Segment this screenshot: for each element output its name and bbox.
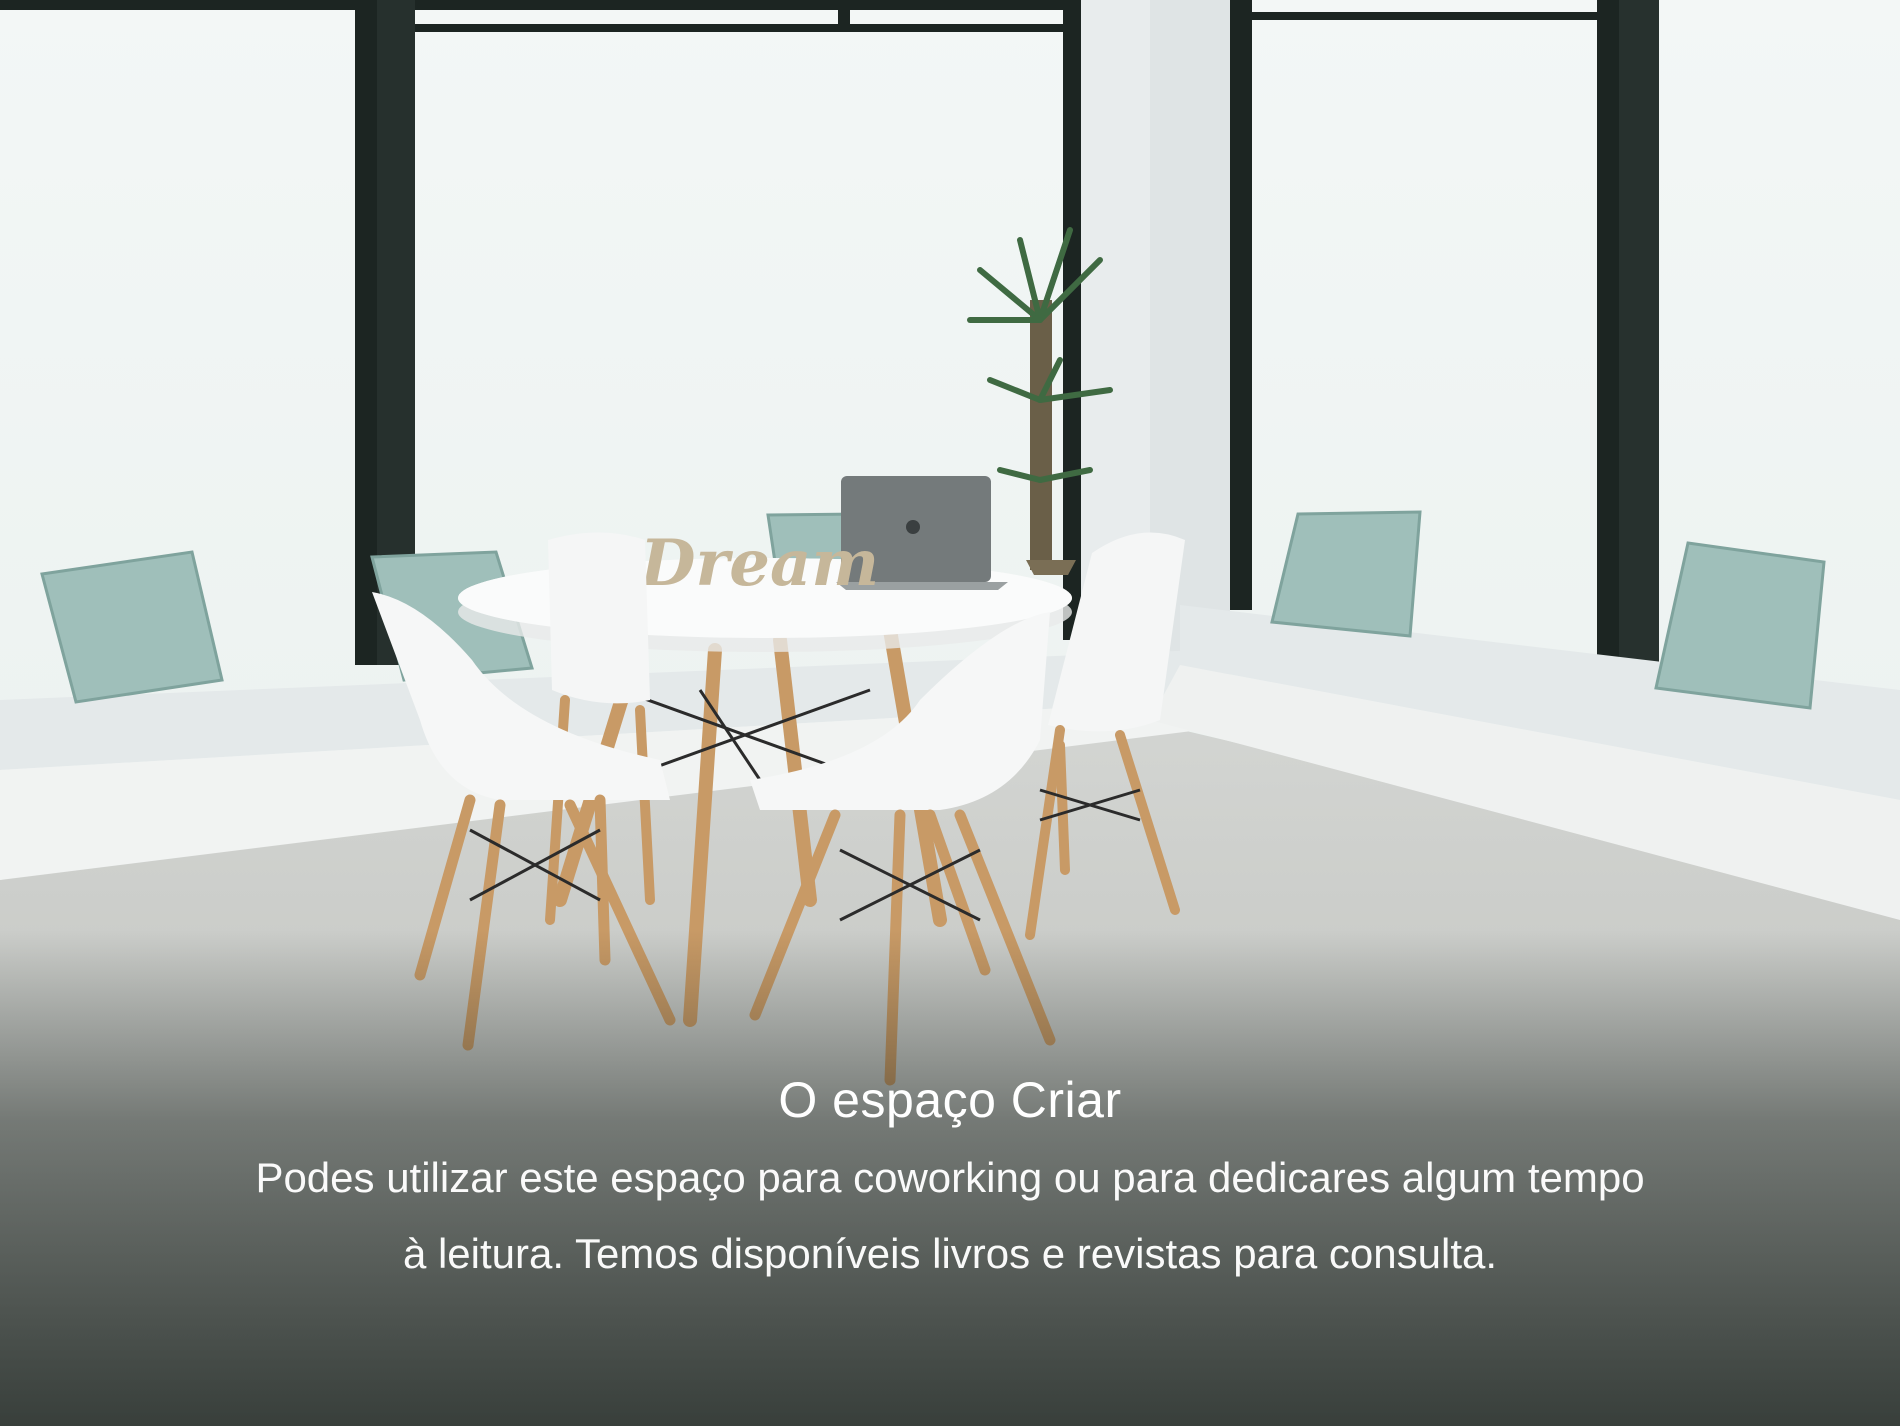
caption-description: Podes utilizar este espaço para coworkin… bbox=[140, 1140, 1760, 1292]
hero-banner: Dream O espaço Criar Podes utilizar este… bbox=[0, 0, 1900, 1426]
hero-caption: O espaço Criar Podes utilizar este espaç… bbox=[0, 1060, 1900, 1292]
caption-title: O espaço Criar bbox=[778, 1072, 1122, 1128]
caption-description-line-1: Podes utilizar este espaço para coworkin… bbox=[255, 1154, 1645, 1201]
svg-text:Dream: Dream bbox=[638, 526, 879, 601]
dream-sign: Dream bbox=[616, 526, 879, 601]
caption-description-line-2: à leitura. Temos disponíveis livros e re… bbox=[402, 1230, 1498, 1277]
